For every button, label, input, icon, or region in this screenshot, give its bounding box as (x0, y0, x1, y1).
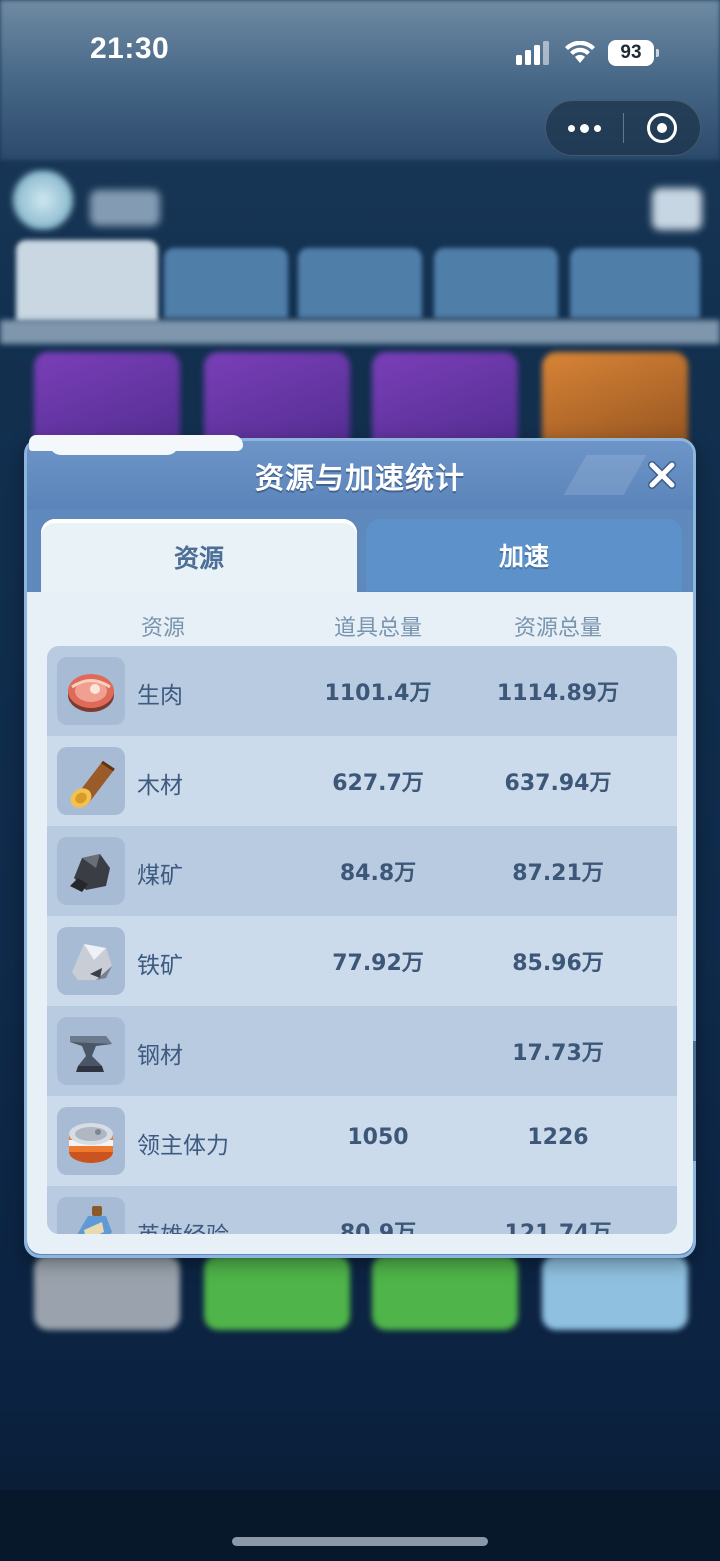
background-corner-button (652, 188, 702, 230)
meat-icon (57, 657, 125, 725)
scrollbar[interactable] (693, 1041, 696, 1161)
status-time: 21:30 (90, 32, 170, 65)
item-total-value: 627.7万 (332, 771, 424, 796)
background-strip (0, 320, 720, 344)
resource-name: 煤矿 (137, 863, 183, 889)
column-header-resource-total: 资源总量 (513, 616, 602, 641)
home-indicator[interactable] (232, 1537, 488, 1546)
close-miniprogram-button[interactable] (624, 100, 700, 156)
resource-total-value: 121.74万 (504, 1221, 612, 1234)
close-icon (648, 461, 676, 489)
resource-name: 生肉 (137, 683, 183, 709)
background-emblem (8, 170, 78, 230)
miniprogram-capsule (545, 100, 701, 156)
stamina-can-icon (57, 1107, 125, 1175)
wood-log-icon (57, 747, 125, 815)
background-tab (570, 248, 700, 318)
resource-name: 钢材 (137, 1043, 183, 1069)
cellular-signal-icon (516, 41, 549, 65)
background-card (542, 1255, 688, 1330)
background-tab (16, 240, 158, 322)
column-header-resource: 资源 (140, 616, 185, 641)
background-title (90, 190, 160, 226)
table-row: 煤矿 84.8万 87.21万 (47, 826, 677, 916)
target-icon (646, 113, 677, 143)
status-icons: 93 (516, 38, 659, 68)
stats-modal: 资源与加速统计 资源 加速 资源 道具总量 资源总量 生肉 1101.4万 11… (24, 435, 696, 1258)
resource-total-value: 87.21万 (512, 861, 604, 886)
more-options-button[interactable] (546, 100, 623, 156)
resource-name: 领主体力 (137, 1133, 229, 1159)
resource-name: 木材 (137, 773, 183, 799)
resource-name: 英雄经验 (137, 1216, 229, 1234)
background-card (204, 1255, 350, 1330)
background-tab (298, 248, 422, 318)
tab-resources[interactable]: 资源 (41, 519, 357, 595)
item-total-value: 77.92万 (332, 951, 424, 976)
background-card (372, 1255, 518, 1330)
table-row: 钢材 17.73万 (47, 1006, 677, 1096)
wifi-icon (565, 41, 595, 63)
steel-anvil-icon (57, 1017, 125, 1085)
item-total-value: 1050 (347, 1125, 409, 1150)
snow-decoration (29, 435, 243, 455)
background-footer (0, 1490, 720, 1561)
column-header-item-total: 道具总量 (333, 616, 422, 641)
background-card (34, 1255, 180, 1330)
item-total-value: 1101.4万 (324, 681, 432, 706)
coal-icon (57, 837, 125, 905)
resource-total-value: 85.96万 (512, 951, 604, 976)
close-button[interactable] (642, 455, 682, 495)
background-tab (164, 248, 288, 318)
resource-name: 铁矿 (137, 953, 183, 979)
table-row: 木材 627.7万 637.94万 (47, 736, 677, 826)
table-row: 领主体力 1050 1226 (47, 1096, 677, 1186)
resource-total-value: 1226 (527, 1125, 589, 1150)
resource-total-value: 17.73万 (512, 1041, 604, 1066)
iron-ore-icon (57, 927, 125, 995)
table-row: 铁矿 77.92万 85.96万 (47, 916, 677, 1006)
tab-speedups[interactable]: 加速 (366, 519, 682, 591)
battery-indicator: 93 (608, 40, 659, 66)
table-row: 生肉 1101.4万 1114.89万 (47, 646, 677, 736)
item-total-value: 84.8万 (339, 861, 417, 886)
background-tab (434, 248, 558, 318)
hero-exp-bottle-icon (57, 1197, 125, 1234)
resource-panel: 资源 道具总量 资源总量 生肉 1101.4万 1114.89万 木材 627.… (27, 592, 693, 1254)
resource-total-value: 637.94万 (504, 771, 612, 796)
modal-title: 资源与加速统计 (254, 461, 465, 495)
resource-list[interactable]: 生肉 1101.4万 1114.89万 木材 627.7万 637.94万 煤矿… (47, 646, 677, 1234)
item-total-value: 80.9万 (339, 1221, 417, 1234)
resource-total-value: 1114.89万 (496, 681, 620, 706)
table-row: 英雄经验 80.9万 121.74万 (47, 1186, 677, 1234)
